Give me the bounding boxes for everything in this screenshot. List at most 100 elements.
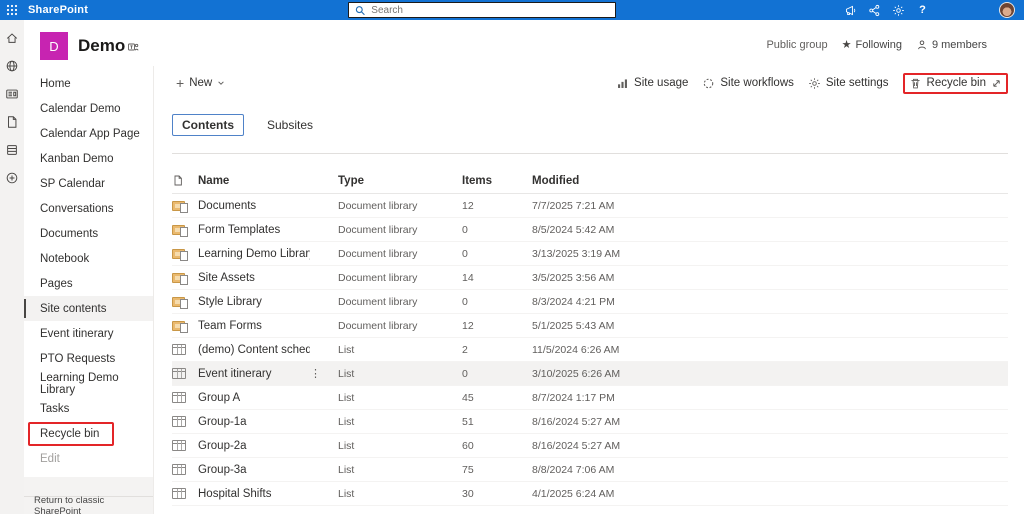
news-icon[interactable] [2, 84, 22, 104]
row-modified: 3/10/2025 6:26 AM [532, 367, 621, 380]
table-row[interactable]: Site Assets ⋮ Document library 14 3/5/20… [172, 266, 1008, 290]
app-launcher-icon[interactable] [0, 0, 24, 20]
row-type: List [338, 367, 355, 380]
row-name-link[interactable]: Group A [198, 392, 310, 404]
row-name-link[interactable]: (demo) Content scheduler [198, 344, 310, 356]
new-button[interactable]: + New [172, 74, 229, 92]
sidebar-item[interactable]: Home [24, 71, 153, 96]
site-title[interactable]: Demo [78, 36, 125, 56]
sidebar-item[interactable]: Conversations [24, 196, 153, 221]
sidebar-item[interactable]: Kanban Demo [24, 146, 153, 171]
chevron-down-icon [218, 81, 224, 85]
row-name-link[interactable]: Style Library [198, 296, 310, 308]
sidebar-item-label: Documents [40, 227, 99, 240]
sidebar-item[interactable]: Event itinerary [24, 321, 153, 346]
row-name-link[interactable]: Group-2a [198, 440, 310, 452]
table-row[interactable]: Style Library ⋮ Document library 0 8/3/2… [172, 290, 1008, 314]
row-name-link[interactable]: Team Forms [198, 320, 310, 332]
table-row[interactable]: Group A ⋮ List 45 8/7/2024 1:17 PM [172, 386, 1008, 410]
user-avatar[interactable] [999, 2, 1015, 18]
table-row[interactable]: Group-3a ⋮ List 75 8/8/2024 7:06 AM [172, 458, 1008, 482]
table-row[interactable]: Group-2a ⋮ List 60 8/16/2024 5:27 AM [172, 434, 1008, 458]
table-row[interactable]: Documents ⋮ Document library 12 7/7/2025… [172, 194, 1008, 218]
megaphone-icon[interactable] [843, 3, 858, 18]
content-type-icon [172, 272, 188, 285]
content-type-icon [172, 440, 186, 451]
search-box[interactable] [348, 2, 616, 18]
table-row[interactable]: Event itinerary ⋮ List 0 3/10/2025 6:26 … [172, 362, 1008, 386]
classic-sharepoint-link[interactable]: Return to classic SharePoint [24, 495, 153, 514]
column-header-type[interactable]: Type [338, 175, 462, 187]
search-input[interactable] [371, 4, 609, 16]
sidebar-item[interactable]: Documents [24, 221, 153, 246]
row-modified: 4/1/2025 6:24 AM [532, 487, 615, 500]
sidebar-item[interactable]: PTO Requests [24, 346, 153, 371]
sidebar-item[interactable]: Pages [24, 271, 153, 296]
tab-contents[interactable]: Contents [172, 114, 244, 136]
row-type: Document library [338, 247, 418, 260]
library-icon[interactable] [2, 140, 22, 160]
following-button[interactable]: ★ Following [842, 39, 902, 51]
settings-gear-icon[interactable] [891, 3, 906, 18]
sidebar-item[interactable]: Edit [24, 446, 153, 471]
sidebar-item[interactable]: Recycle bin [24, 421, 153, 446]
row-items-count: 45 [462, 391, 474, 404]
row-name-link[interactable]: Learning Demo Library [198, 248, 310, 260]
sidebar-item[interactable]: Tasks [24, 396, 153, 421]
tab-subsites[interactable]: Subsites [258, 115, 322, 135]
row-items-count: 0 [462, 223, 468, 236]
row-name-link[interactable]: Form Templates [198, 224, 310, 236]
table-row[interactable]: Form Templates ⋮ Document library 0 8/5/… [172, 218, 1008, 242]
globe-icon[interactable] [2, 56, 22, 76]
row-more-menu-icon[interactable]: ⋮ [310, 368, 321, 380]
sidebar-item[interactable]: Calendar App Page [24, 121, 153, 146]
content-type-icon [172, 488, 186, 499]
row-type: List [338, 463, 355, 476]
row-name-link[interactable]: Group-3a [198, 464, 310, 476]
privacy-label: Public group [766, 39, 828, 51]
column-header-name[interactable]: Name [198, 175, 338, 187]
row-modified: 11/5/2024 6:26 AM [532, 343, 620, 356]
share-network-icon[interactable] [867, 3, 882, 18]
recycle-bin-button[interactable]: Recycle bin [909, 77, 986, 90]
site-contents-main: + New Site usage Site workflows Site set… [154, 66, 1024, 514]
sidebar-item-label: Calendar App Page [40, 127, 140, 140]
content-type-icon [172, 392, 186, 403]
sidebar-item[interactable]: Site contents [24, 296, 153, 321]
create-site-icon[interactable] [2, 168, 22, 188]
site-usage-button[interactable]: Site usage [616, 77, 688, 90]
row-name-link[interactable]: Event itinerary [198, 368, 310, 380]
column-header-items[interactable]: Items [462, 175, 532, 187]
nav-footer: Return to classic SharePoint [24, 477, 153, 514]
members-button[interactable]: 9 members [916, 39, 987, 51]
row-type: Document library [338, 319, 418, 332]
site-settings-button[interactable]: Site settings [808, 77, 889, 90]
document-icon[interactable] [2, 112, 22, 132]
sidebar-item[interactable]: Calendar Demo [24, 96, 153, 121]
trash-icon [910, 78, 920, 88]
sidebar-item[interactable]: Notebook [24, 246, 153, 271]
site-workflows-button[interactable]: Site workflows [702, 77, 794, 90]
row-type: Document library [338, 199, 418, 212]
table-row[interactable]: Learning Demo Library ⋮ Document library… [172, 242, 1008, 266]
site-logo[interactable]: D [40, 32, 68, 60]
help-icon[interactable]: ? [915, 3, 930, 18]
expand-icon[interactable] [991, 78, 1002, 89]
home-icon[interactable] [2, 28, 22, 48]
row-name-link[interactable]: Group-1a [198, 416, 310, 428]
row-name-link[interactable]: Documents [198, 200, 310, 212]
workflow-icon [704, 78, 714, 88]
row-modified: 8/16/2024 5:27 AM [532, 439, 621, 452]
table-row[interactable]: Hospital Shifts ⋮ List 30 4/1/2025 6:24 … [172, 482, 1008, 506]
row-type: Document library [338, 223, 418, 236]
table-row[interactable]: Team Forms ⋮ Document library 12 5/1/202… [172, 314, 1008, 338]
person-icon [918, 40, 926, 50]
row-name-link[interactable]: Site Assets [198, 272, 310, 284]
sidebar-item[interactable]: SP Calendar [24, 171, 153, 196]
sidebar-item[interactable]: Learning Demo Library [24, 371, 153, 396]
row-name-link[interactable]: Hospital Shifts [198, 488, 310, 500]
column-header-modified[interactable]: Modified [532, 175, 1008, 187]
table-row[interactable]: Group-1a ⋮ List 51 8/16/2024 5:27 AM [172, 410, 1008, 434]
brand-label[interactable]: SharePoint [28, 4, 88, 16]
table-row[interactable]: (demo) Content scheduler ⋮ List 2 11/5/2… [172, 338, 1008, 362]
